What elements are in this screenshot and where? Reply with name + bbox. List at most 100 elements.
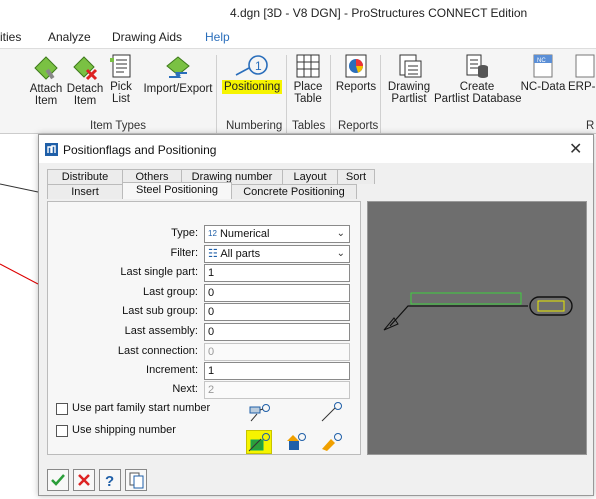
menu-utilities[interactable]: ities [0, 30, 21, 44]
erp-button[interactable]: ERP-I [568, 53, 596, 93]
create-partlist-database-icon [466, 54, 488, 78]
drawing-partlist-button[interactable]: Drawing Partlist [386, 53, 432, 105]
close-icon[interactable]: ✕ [569, 139, 582, 159]
place-table-button[interactable]: Place Table [290, 53, 326, 105]
group-numbering: Numbering [226, 120, 283, 132]
dialog-titlebar: Positionflags and Positioning ✕ [39, 135, 593, 163]
import-export-icon [166, 56, 190, 78]
positioning-button[interactable]: 1 Positioning [222, 53, 283, 107]
ribbon-separator [216, 55, 217, 133]
attach-item-button[interactable]: Attach Item [28, 55, 64, 107]
last-assembly-label: Last assembly: [124, 325, 198, 337]
pick-list-button[interactable]: Pick List [106, 53, 136, 105]
create-partlist-database-button[interactable]: Create Partlist Database [434, 53, 522, 105]
detach-item-button[interactable]: Detach Item [66, 55, 104, 107]
last-single-part-field[interactable]: 1 [204, 264, 350, 282]
help-button[interactable]: ? [99, 469, 121, 491]
ribbon-separator [380, 55, 381, 133]
place-table-icon [296, 54, 320, 78]
tab-concrete-positioning[interactable]: Concrete Positioning [231, 184, 357, 199]
position-mode-subgroup-icon [287, 433, 306, 450]
mode-button-3-selected[interactable] [246, 430, 272, 454]
positioning-label: Positioning [222, 80, 283, 94]
reports-button[interactable]: Reports [334, 53, 378, 93]
mode-button-5[interactable] [318, 430, 344, 454]
group-tables: Tables [292, 120, 326, 132]
reports-icon [345, 54, 367, 78]
app-titlebar: 4.dgn [3D - V8 DGN] - ProStructures CONN… [0, 0, 596, 26]
mode-button-1[interactable] [246, 400, 272, 424]
dialog-title: Positionflags and Positioning [63, 143, 217, 157]
help-icon: ? [105, 473, 114, 490]
increment-label: Increment: [146, 364, 198, 376]
positioning-icon: 1 [235, 55, 268, 76]
nc-data-button[interactable]: NC NC-Data [520, 53, 566, 93]
position-mode-group-icon [248, 433, 270, 452]
increment-field[interactable]: 1 [204, 362, 350, 380]
ribbon-separator [330, 55, 331, 133]
pick-list-label: Pick List [110, 81, 132, 105]
position-mode-assembly-icon [322, 433, 342, 451]
last-sub-group-field[interactable]: 0 [204, 303, 350, 321]
tab-insert[interactable]: Insert [47, 184, 123, 199]
last-sub-group-label: Last sub group: [122, 305, 198, 317]
drawing-partlist-icon [399, 54, 422, 78]
detach-item-label: Detach Item [66, 83, 104, 107]
erp-label: ERP-I [568, 81, 596, 93]
preview-drawing [383, 292, 573, 331]
cancel-button[interactable] [73, 469, 95, 491]
last-assembly-field[interactable]: 0 [204, 323, 350, 341]
copy-button[interactable] [125, 469, 147, 491]
detach-item-icon [73, 56, 98, 81]
use-part-family-start-number-label: Use part family start number [72, 402, 211, 414]
nc-data-label: NC-Data [520, 81, 566, 93]
tab-distribute[interactable]: Distribute [47, 169, 123, 184]
import-export-button[interactable]: Import/Export [140, 55, 216, 95]
last-connection-field: 0 [204, 343, 350, 361]
drawing-partlist-label: Drawing Partlist [387, 81, 431, 105]
ribbon-separator [286, 55, 287, 133]
chevron-down-icon: ⌄ [336, 228, 345, 239]
erp-icon [575, 54, 595, 78]
use-shipping-number-checkbox[interactable] [56, 425, 68, 437]
mode-button-4[interactable] [282, 430, 308, 454]
preview-canvas [367, 201, 587, 455]
position-mode-single-icon [249, 404, 270, 422]
menu-drawing-aids[interactable]: Drawing Aids [112, 30, 182, 44]
reports-label: Reports [335, 81, 377, 93]
use-shipping-number-label: Use shipping number [72, 424, 176, 436]
pick-list-icon [110, 54, 131, 78]
next-field: 2 [204, 381, 350, 399]
svg-text:?: ? [105, 473, 114, 490]
menu-help[interactable]: Help [205, 30, 230, 44]
type-select[interactable]: 12 Numerical ⌄ [204, 225, 350, 243]
filter-icon: ☷ [208, 248, 218, 260]
use-part-family-start-number-checkbox[interactable] [56, 403, 68, 415]
mode-button-2[interactable] [318, 400, 344, 424]
tab-layout[interactable]: Layout [282, 169, 338, 184]
filter-label: Filter: [170, 247, 199, 259]
filter-select[interactable]: ☷ All parts ⌄ [204, 245, 350, 263]
group-r: R [586, 120, 595, 132]
nc-data-icon: NC [533, 54, 553, 78]
tab-sort[interactable]: Sort [337, 169, 375, 184]
position-mode-line-icon [321, 402, 342, 422]
steel-positioning-panel: Type: 12 Numerical ⌄ Filter: ☷ All parts… [47, 201, 361, 455]
app-title: 4.dgn [3D - V8 DGN] - ProStructures CONN… [230, 6, 528, 20]
chevron-down-icon: ⌄ [336, 248, 345, 259]
nc-icon-text: NC [537, 58, 546, 64]
place-table-label: Place Table [293, 81, 323, 105]
last-group-field[interactable]: 0 [204, 284, 350, 302]
type-label: Type: [171, 227, 198, 239]
type-value: Numerical [219, 228, 270, 240]
create-partlist-database-label: Create Partlist Database [434, 81, 522, 105]
numerical-icon: 12 [208, 229, 217, 238]
import-export-label: Import/Export [143, 83, 213, 95]
svg-text:1: 1 [255, 59, 262, 73]
group-item-types: Item Types [90, 120, 147, 132]
menu-analyze[interactable]: Analyze [48, 30, 91, 44]
dialog-app-icon [45, 143, 58, 156]
tab-steel-positioning[interactable]: Steel Positioning [122, 182, 232, 199]
ok-button[interactable] [47, 469, 69, 491]
positioning-dialog: Positionflags and Positioning ✕ Distribu… [38, 134, 594, 496]
